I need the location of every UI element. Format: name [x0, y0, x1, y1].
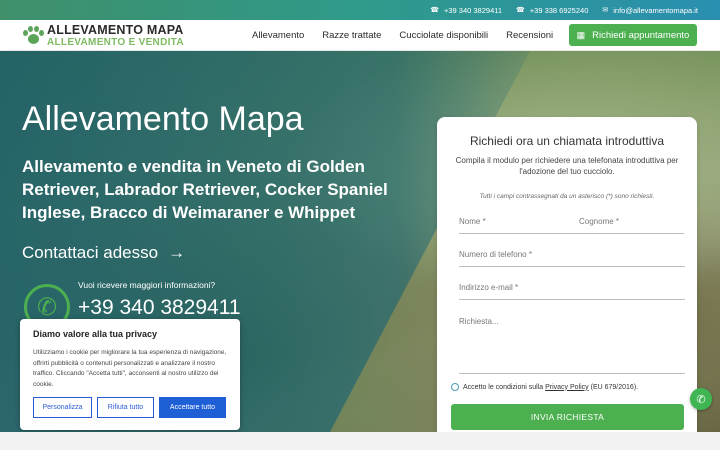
phone-icon: ☎	[430, 7, 439, 14]
cookie-accept-button[interactable]: Accettare tutto	[159, 397, 226, 418]
consent-prefix: Accetto le condizioni sulla	[463, 383, 546, 391]
cognome-placeholder: Cognome *	[579, 217, 620, 226]
cognome-field[interactable]: Cognome *	[571, 216, 684, 234]
consent-suffix: (EU 679/2016).	[588, 383, 639, 391]
mail-icon: ✉	[602, 7, 609, 14]
hero-title: Allevamento Mapa	[22, 100, 304, 138]
logo-sub-text: ALLEVAMENTO E VENDITA	[47, 36, 184, 48]
contact-now-label: Contattaci adesso	[22, 243, 159, 262]
calendar-icon: ▦	[576, 29, 586, 40]
nome-placeholder: Nome *	[459, 217, 486, 226]
nav-item-recensioni[interactable]: Recensioni	[506, 30, 553, 41]
form-required-note: Tutti i campi contrassegnati da un aster…	[479, 193, 655, 200]
cookie-banner: Diamo valore alla tua privacy Utilizziam…	[20, 319, 240, 430]
nome-field[interactable]: Nome *	[459, 216, 572, 234]
phone-placeholder: Numero di telefono *	[459, 250, 532, 259]
topbar-phone2-text: +39 338 6925240	[529, 5, 589, 15]
email-field[interactable]: Indirizzo e-mail *	[459, 282, 685, 300]
request-placeholder: Richiesta...	[459, 317, 499, 326]
whatsapp-icon[interactable]: ✆	[690, 388, 712, 410]
site-logo[interactable]: ALLEVAMENTO MAPA ALLEVAMENTO E VENDITA	[22, 24, 184, 48]
page-bottom-strip	[0, 432, 720, 450]
contact-now-link[interactable]: Contattaci adesso →	[22, 243, 185, 263]
privacy-consent: Accetto le condizioni sulla Privacy Poli…	[451, 383, 638, 391]
cookie-title: Diamo valore alla tua privacy	[33, 329, 158, 339]
topbar-phone1-text: +39 340 3829411	[443, 5, 503, 15]
topbar-phone1[interactable]: ☎ +39 340 3829411	[430, 6, 502, 15]
top-contact-bar: ☎ +39 340 3829411 ☎ +39 338 6925240 ✉ in…	[0, 0, 720, 20]
hero-phone-number[interactable]: +39 340 3829411	[78, 296, 241, 320]
nav-item-allevamento[interactable]: Allevamento	[252, 30, 304, 41]
main-nav: Allevamento Razze trattate Cucciolate di…	[252, 20, 553, 51]
form-description: Compila il modulo per richiedere una tel…	[455, 156, 679, 176]
phone-icon: ☎	[516, 7, 525, 14]
site-header: ALLEVAMENTO MAPA ALLEVAMENTO E VENDITA A…	[0, 20, 720, 51]
topbar-phone2[interactable]: ☎ +39 338 6925240	[516, 6, 588, 15]
nav-item-cucciolate[interactable]: Cucciolate disponibili	[399, 30, 488, 41]
topbar-email-text: info@allevamentomapa.it	[613, 5, 698, 15]
email-placeholder: Indirizzo e-mail *	[459, 283, 519, 292]
logo-main-text: ALLEVAMENTO MAPA	[47, 23, 184, 37]
contact-form-card: Richiedi ora un chiamata introduttiva Co…	[437, 117, 697, 450]
cookie-customize-button[interactable]: Personalizza	[33, 397, 92, 418]
nav-item-razze[interactable]: Razze trattate	[322, 30, 381, 41]
phone-field[interactable]: Numero di telefono *	[459, 249, 685, 267]
appointment-button-label: Richiedi appuntamento	[592, 29, 690, 41]
form-title: Richiedi ora un chiamata introduttiva	[469, 134, 665, 148]
info-question: Vuoi ricevere maggiori informazioni?	[78, 280, 216, 290]
submit-button[interactable]: INVIA RICHIESTA	[451, 404, 684, 430]
appointment-button[interactable]: ▦ Richiedi appuntamento	[569, 24, 697, 46]
paw-icon	[22, 25, 44, 47]
privacy-checkbox[interactable]	[451, 383, 459, 391]
cookie-reject-button[interactable]: Rifiuta tutto	[97, 397, 154, 418]
arrow-right-icon: →	[168, 243, 186, 262]
cookie-text: Utilizziamo i cookie per migliorare la t…	[33, 349, 227, 388]
privacy-policy-link[interactable]: Privacy Policy	[545, 384, 589, 391]
hero-subtitle: Allevamento e vendita in Veneto di Golde…	[22, 157, 388, 222]
topbar-email[interactable]: ✉ info@allevamentomapa.it	[602, 6, 698, 15]
request-textarea[interactable]: Richiesta...	[459, 316, 685, 374]
